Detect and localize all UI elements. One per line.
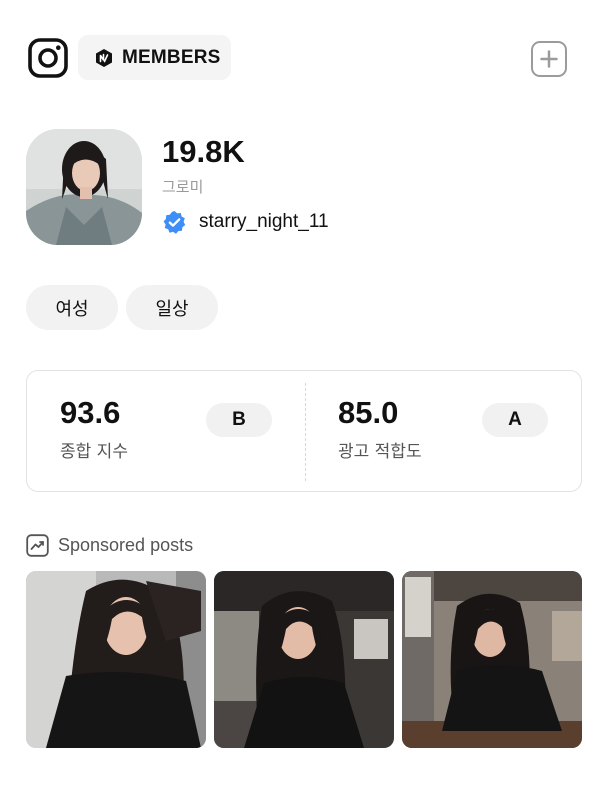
header: MEMBERS — [0, 0, 609, 110]
handle[interactable]: starry_night_11 — [199, 211, 329, 233]
ad-fit-label: 광고 적합도 — [338, 442, 422, 462]
instagram-icon[interactable] — [28, 38, 68, 78]
sponsored-header: Sponsored posts — [26, 534, 193, 557]
sponsored-post-thumbnail[interactable] — [26, 571, 206, 748]
overall-index-value: 93.6 — [60, 395, 121, 430]
follower-count: 19.8K — [162, 134, 245, 169]
profile-category: 그로미 — [162, 178, 204, 196]
members-hexagon-icon — [94, 48, 114, 68]
sponsored-post-thumbnail[interactable] — [402, 571, 582, 748]
score-card: 93.6 종합 지수 B 85.0 광고 적합도 A — [26, 370, 582, 492]
tag-chip[interactable]: 일상 — [126, 285, 218, 330]
add-button[interactable] — [531, 41, 567, 77]
sponsored-title: Sponsored posts — [58, 535, 194, 555]
members-label: MEMBERS — [122, 46, 221, 68]
plus-icon — [540, 50, 558, 68]
overall-grade-badge: B — [206, 403, 272, 437]
sponsored-post-thumbnail[interactable] — [214, 571, 394, 748]
trend-chart-icon — [26, 534, 49, 557]
avatar[interactable] — [26, 129, 142, 245]
ad-fit-block: 85.0 광고 적합도 A — [305, 371, 583, 493]
tag-list: 여성 일상 — [26, 285, 218, 330]
ad-fit-value: 85.0 — [338, 395, 399, 430]
ad-fit-grade-badge: A — [482, 403, 548, 437]
overall-index-label: 종합 지수 — [60, 442, 128, 462]
handle-row: starry_night_11 — [162, 209, 329, 235]
sponsored-post-grid — [26, 571, 582, 748]
members-badge[interactable]: MEMBERS — [78, 35, 231, 80]
verified-check-icon — [162, 210, 187, 235]
overall-index-block: 93.6 종합 지수 B — [27, 371, 305, 493]
tag-chip[interactable]: 여성 — [26, 285, 118, 330]
